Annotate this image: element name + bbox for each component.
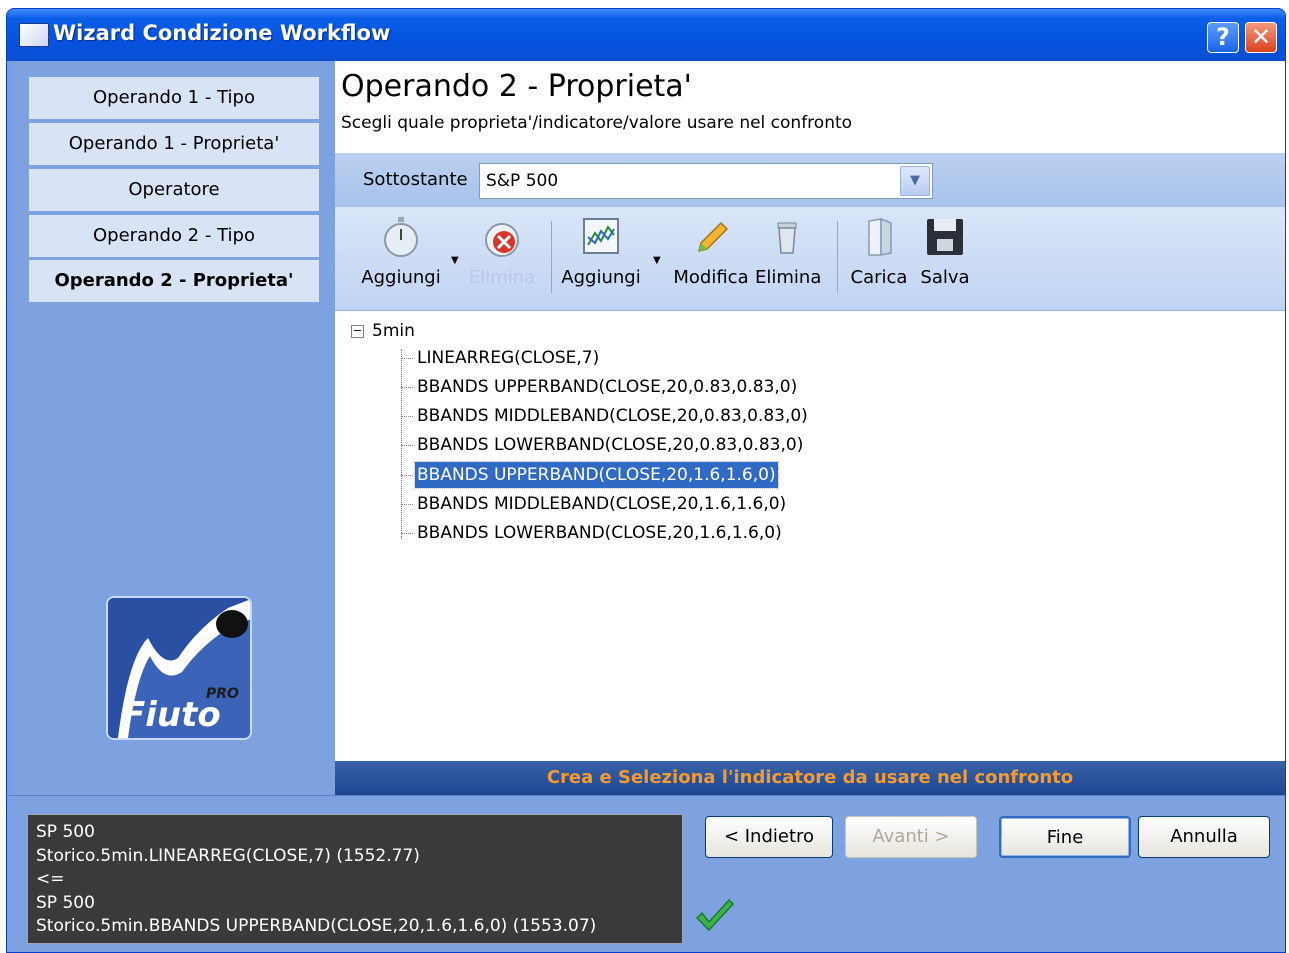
fiuto-logo-graphic: PRO Fiuto: [108, 598, 250, 738]
fiuto-logo: PRO Fiuto: [106, 596, 252, 740]
tree-item[interactable]: BBANDS LOWERBAND(CLOSE,20,1.6,1.6,0): [401, 520, 784, 546]
back-button[interactable]: < Indietro: [705, 816, 833, 858]
wizard-footer: SP 500 Storico.5min.LINEARREG(CLOSE,7) (…: [7, 795, 1285, 952]
summary-line: SP 500: [36, 822, 95, 842]
tree-item[interactable]: BBANDS UPPERBAND(CLOSE,20,0.83,0.83,0): [401, 374, 799, 400]
underlying-select-value: S&P 500: [486, 171, 559, 191]
tree-item[interactable]: BBANDS MIDDLEBAND(CLOSE,20,1.6,1.6,0): [401, 491, 788, 517]
trash-icon: [777, 222, 797, 254]
stopwatch-icon: [384, 217, 418, 257]
toolbar: Aggiungi ▼ Elimina Aggiungi ▼ Modifica E…: [335, 207, 1285, 311]
wizard-steps-sidebar: Operando 1 - Tipo Operando 1 - Proprieta…: [11, 61, 335, 795]
page-subtitle: Scegli quale proprieta'/indicatore/valor…: [341, 113, 853, 133]
add-timeframe-dropdown-icon[interactable]: ▼: [451, 255, 459, 266]
summary-line: Storico.5min.BBANDS UPPERBAND(CLOSE,20,1…: [36, 916, 597, 936]
floppy-disk-icon: [927, 219, 963, 255]
app-chart-icon: [19, 23, 49, 47]
pencil-icon: [697, 221, 729, 253]
load-button[interactable]: Carica: [847, 215, 911, 288]
question-icon: ?: [1216, 23, 1230, 51]
chevron-down-icon[interactable]: ▼: [900, 166, 930, 196]
toolbar-separator: [551, 221, 552, 293]
folder-open-icon: [868, 217, 892, 256]
main-content: Operando 2 - Proprieta' Scegli quale pro…: [335, 61, 1285, 795]
stopwatch-delete-icon: [485, 223, 519, 257]
valid-check-icon: [695, 898, 735, 932]
next-button: Avanti >: [845, 816, 977, 858]
edit-button[interactable]: Modifica: [673, 215, 749, 288]
step-operand1-type[interactable]: Operando 1 - Tipo: [29, 77, 319, 119]
tree-node-5min[interactable]: −5min: [351, 321, 415, 341]
help-button[interactable]: ?: [1207, 22, 1239, 53]
add-indicator-button[interactable]: Aggiungi: [561, 215, 641, 288]
title-bar: Wizard Condizione Workflow ? ✕: [7, 9, 1285, 61]
cancel-button[interactable]: Annulla: [1138, 816, 1270, 858]
finish-button[interactable]: Fine: [999, 816, 1131, 858]
tree-item[interactable]: BBANDS LOWERBAND(CLOSE,20,0.83,0.83,0): [401, 432, 805, 458]
summary-line: Storico.5min.LINEARREG(CLOSE,7) (1552.77…: [36, 845, 420, 866]
delete-timeframe-button: Elimina: [467, 215, 537, 288]
step-operand1-properties[interactable]: Operando 1 - Proprieta': [29, 123, 319, 165]
toolbar-separator: [837, 221, 838, 293]
hint-bar: Crea e Seleziona l'indicatore da usare n…: [335, 761, 1285, 795]
wizard-window: Wizard Condizione Workflow ? ✕ Operando …: [6, 8, 1286, 953]
page-header: Operando 2 - Proprieta' Scegli quale pro…: [335, 61, 1285, 153]
condition-summary: SP 500 Storico.5min.LINEARREG(CLOSE,7) (…: [27, 814, 683, 944]
underlying-label: Sottostante: [363, 169, 468, 190]
collapse-icon[interactable]: −: [351, 324, 364, 338]
underlying-select[interactable]: S&P 500 ▼: [479, 163, 933, 199]
underlying-filter-bar: Sottostante S&P 500 ▼: [335, 153, 1285, 207]
delete-indicator-button[interactable]: Elimina: [755, 215, 821, 288]
step-operator[interactable]: Operatore: [29, 169, 319, 211]
tree-item-selected[interactable]: BBANDS UPPERBAND(CLOSE,20,1.6,1.6,0): [401, 461, 779, 489]
indicator-tree[interactable]: −5min LINEARREG(CLOSE,7) BBANDS UPPERBAN…: [335, 311, 1285, 761]
indicator-chart-icon: [583, 218, 619, 254]
save-button[interactable]: Salva: [915, 215, 975, 288]
page-title: Operando 2 - Proprieta': [341, 69, 692, 104]
summary-line: SP 500: [36, 892, 95, 913]
close-icon: ✕: [1250, 23, 1272, 51]
step-operand2-type[interactable]: Operando 2 - Tipo: [29, 215, 319, 257]
tree-item[interactable]: BBANDS MIDDLEBAND(CLOSE,20,0.83,0.83,0): [401, 403, 810, 429]
logo-text: Fiuto: [122, 695, 221, 735]
add-timeframe-button[interactable]: Aggiungi: [361, 215, 441, 288]
close-button[interactable]: ✕: [1245, 22, 1277, 53]
window-title: Wizard Condizione Workflow: [53, 21, 391, 45]
tree-item[interactable]: LINEARREG(CLOSE,7): [401, 345, 601, 371]
summary-line: <=: [36, 869, 65, 889]
add-indicator-dropdown-icon[interactable]: ▼: [653, 255, 661, 266]
step-operand2-properties[interactable]: Operando 2 - Proprieta': [29, 260, 319, 302]
